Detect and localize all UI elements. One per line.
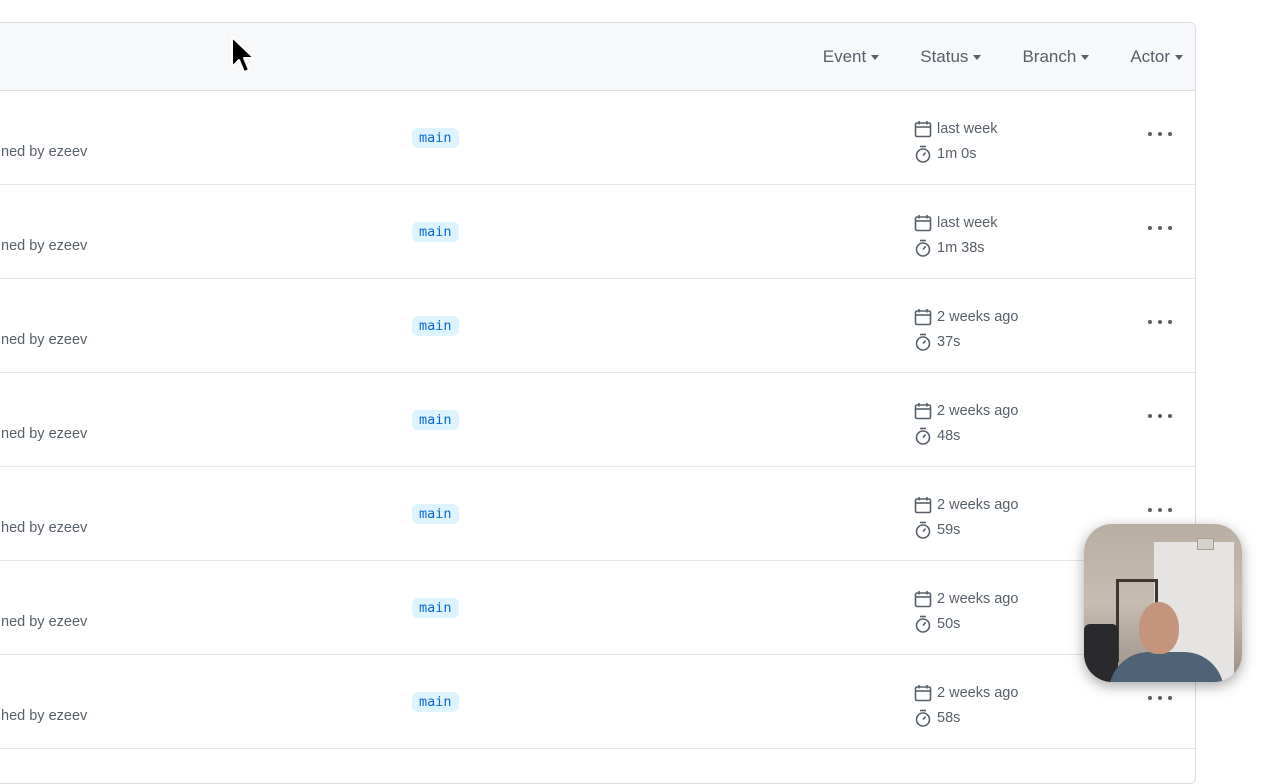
run-meta: 2 weeks ago 50s — [914, 586, 1018, 636]
kebab-horizontal-icon[interactable] — [1148, 501, 1172, 519]
branch-badge[interactable]: main — [412, 504, 459, 524]
filter-actor-label: Actor — [1130, 46, 1170, 66]
calendar-icon — [914, 590, 932, 607]
run-date: last week — [937, 120, 998, 137]
filter-branch-label: Branch — [1022, 46, 1077, 66]
calendar-icon — [914, 496, 932, 513]
run-meta: 2 weeks ago 37s — [914, 304, 1018, 354]
run-meta: 2 weeks ago 48s — [914, 398, 1018, 448]
workflow-run-row[interactable]: ned by ezeev main last week 1m 0s — [0, 91, 1195, 185]
run-actor-text: ned by ezeev — [1, 332, 88, 348]
triangle-down-icon — [871, 55, 880, 60]
workflow-run-row[interactable]: ned by ezeev main last week 1m 38s — [0, 185, 1195, 279]
run-duration: 59s — [937, 521, 961, 538]
calendar-icon — [914, 684, 932, 701]
kebab-horizontal-icon[interactable] — [1148, 313, 1172, 331]
mouse-pointer-icon — [231, 36, 255, 73]
run-meta: 2 weeks ago 58s — [914, 680, 1018, 730]
kebab-horizontal-icon[interactable] — [1148, 219, 1172, 237]
run-meta: 2 weeks ago 59s — [914, 492, 1018, 542]
run-date: 2 weeks ago — [937, 684, 1019, 701]
workflow-run-row[interactable]: hed by ezeev main 2 weeks ago 58s — [0, 655, 1195, 749]
branch-badge[interactable]: main — [412, 692, 459, 712]
kebab-horizontal-icon[interactable] — [1148, 125, 1172, 143]
filter-status[interactable]: Status — [920, 46, 982, 67]
run-actor-text: ned by ezeev — [1, 614, 88, 630]
filter-actor[interactable]: Actor — [1130, 47, 1183, 67]
run-actor-text: ned by ezeev — [1, 426, 88, 442]
filter-event[interactable]: Event — [822, 46, 880, 67]
run-date: 2 weeks ago — [937, 308, 1019, 325]
stopwatch-icon — [915, 427, 931, 445]
workflow-run-row[interactable]: ned by ezeev main 2 weeks ago 48s — [0, 373, 1195, 467]
run-date: 2 weeks ago — [937, 402, 1019, 419]
run-duration: 1m 38s — [937, 239, 985, 256]
stopwatch-icon — [915, 521, 931, 539]
calendar-icon — [914, 120, 932, 137]
triangle-down-icon — [1081, 55, 1090, 60]
run-actor-text: ned by ezeev — [1, 144, 88, 160]
filter-branch[interactable]: Branch — [1022, 46, 1090, 67]
triangle-down-icon — [1175, 55, 1183, 60]
run-duration: 1m 0s — [937, 145, 977, 162]
run-meta: last week 1m 0s — [914, 116, 997, 166]
run-actor-text: hed by ezeev — [1, 708, 88, 724]
run-actor-text: ned by ezeev — [1, 238, 88, 254]
filter-status-label: Status — [920, 46, 969, 66]
stopwatch-icon — [915, 239, 931, 257]
stopwatch-icon — [915, 709, 931, 727]
kebab-horizontal-icon[interactable] — [1148, 407, 1172, 425]
run-duration: 48s — [937, 427, 961, 444]
workflow-run-row[interactable]: ned by ezeev main 2 weeks ago 50s — [0, 561, 1195, 655]
triangle-down-icon — [973, 55, 982, 60]
branch-badge[interactable]: main — [412, 222, 459, 242]
run-date: last week — [937, 214, 998, 231]
kebab-horizontal-icon[interactable] — [1148, 689, 1172, 707]
filter-event-label: Event — [822, 46, 867, 66]
workflow-run-row[interactable]: hed by ezeev main 2 weeks ago 59s — [0, 467, 1195, 561]
branch-badge[interactable]: main — [412, 128, 459, 148]
stopwatch-icon — [915, 615, 931, 633]
run-duration: 50s — [937, 615, 961, 632]
calendar-icon — [914, 214, 932, 231]
calendar-icon — [914, 308, 932, 325]
workflow-runs-list: Event Status Branch Actor ned by ezeev m… — [0, 22, 1196, 784]
run-duration: 37s — [937, 333, 961, 350]
run-date: 2 weeks ago — [937, 590, 1019, 607]
stopwatch-icon — [915, 333, 931, 351]
run-actor-text: hed by ezeev — [1, 520, 88, 536]
branch-badge[interactable]: main — [412, 410, 459, 430]
webcam-overlay — [1084, 524, 1242, 682]
workflow-run-row[interactable]: ned by ezeev main 2 weeks ago 37s — [0, 279, 1195, 373]
branch-badge[interactable]: main — [412, 598, 459, 618]
calendar-icon — [914, 402, 932, 419]
run-date: 2 weeks ago — [937, 496, 1019, 513]
runs-filter-bar: Event Status Branch Actor — [0, 23, 1195, 91]
branch-badge[interactable]: main — [412, 316, 459, 336]
run-meta: last week 1m 38s — [914, 210, 997, 260]
run-duration: 58s — [937, 709, 961, 726]
stopwatch-icon — [915, 145, 931, 163]
